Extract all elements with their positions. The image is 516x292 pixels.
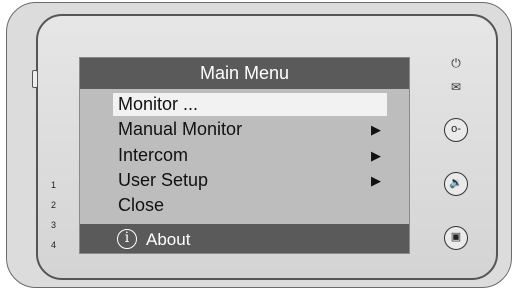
button-number-1: 1 [51, 180, 57, 190]
submenu-arrow-icon: ▶ [371, 122, 381, 137]
unlock-key-button[interactable]: o- [444, 118, 468, 142]
menu-item-about[interactable]: i About [80, 224, 409, 253]
menu-item-label: Close [118, 195, 165, 215]
button-number-4: 4 [51, 240, 57, 250]
menu-item-close[interactable]: Close [113, 194, 389, 217]
menu-item-intercom[interactable]: Intercom ▶ [113, 144, 389, 167]
info-icon: i [117, 229, 137, 249]
menu-item-label: User Setup [118, 170, 209, 190]
menu-item-user-setup[interactable]: User Setup ▶ [113, 169, 389, 192]
about-label: About [146, 230, 191, 249]
intercom-device: Main Menu Monitor ... Manual Monitor ▶ I… [0, 0, 516, 292]
button-number-2: 2 [51, 200, 57, 210]
menu-item-label: Manual Monitor [118, 119, 243, 139]
submenu-arrow-icon: ▶ [371, 173, 381, 188]
status-indicator-led [32, 70, 38, 88]
button-number-3: 3 [51, 220, 57, 230]
menu-item-label: Monitor ... [118, 94, 199, 114]
menu-item-manual-monitor[interactable]: Manual Monitor ▶ [113, 118, 389, 141]
menu-title: Main Menu [80, 58, 409, 89]
gate-button[interactable]: ▣ [444, 226, 468, 250]
submenu-arrow-icon: ▶ [371, 148, 381, 163]
speaker-button[interactable]: 🔉 [444, 172, 468, 196]
menu-item-label: Intercom [118, 145, 189, 165]
power-icon[interactable]: ⏻ [449, 56, 463, 71]
message-icon[interactable]: ✉ [449, 80, 463, 94]
display-screen: Main Menu Monitor ... Manual Monitor ▶ I… [79, 57, 410, 254]
menu-item-monitor[interactable]: Monitor ... [113, 93, 387, 116]
